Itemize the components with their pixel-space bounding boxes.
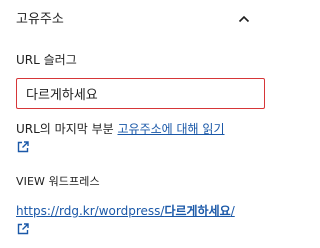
help-prefix: URL의 마지막 부분 [16, 122, 118, 136]
url-suffix: / [230, 204, 235, 218]
permalink-panel: 고유주소 URL 슬러그 URL의 마지막 부분 고유주소에 대해 읽기 VIE… [0, 0, 276, 248]
slug-label: URL 슬러그 [16, 53, 77, 67]
view-post-label: VIEW 워드프레스 [16, 175, 100, 188]
permalink-docs-link[interactable]: 고유주소에 대해 읽기 [118, 122, 225, 136]
view-post-link[interactable]: https://rdg.kr/wordpress/다르게하세요/ [16, 204, 235, 218]
external-link-icon[interactable] [16, 140, 30, 154]
url-slug: 다르게하세요 [164, 204, 231, 218]
external-link-icon[interactable] [16, 222, 30, 236]
url-base: https://rdg.kr/wordpress/ [16, 204, 165, 218]
slug-input[interactable] [16, 78, 265, 109]
chevron-up-icon[interactable] [236, 11, 252, 27]
view-post-url: https://rdg.kr/wordpress/다르게하세요/ [16, 202, 266, 240]
permalink-docs-link-text: 고유주소에 대해 읽기 [117, 122, 225, 136]
slug-help-text: URL의 마지막 부분 고유주소에 대해 읽기 [16, 120, 268, 158]
panel-header[interactable]: 고유주소 [0, 0, 276, 38]
panel-title: 고유주소 [16, 12, 64, 27]
